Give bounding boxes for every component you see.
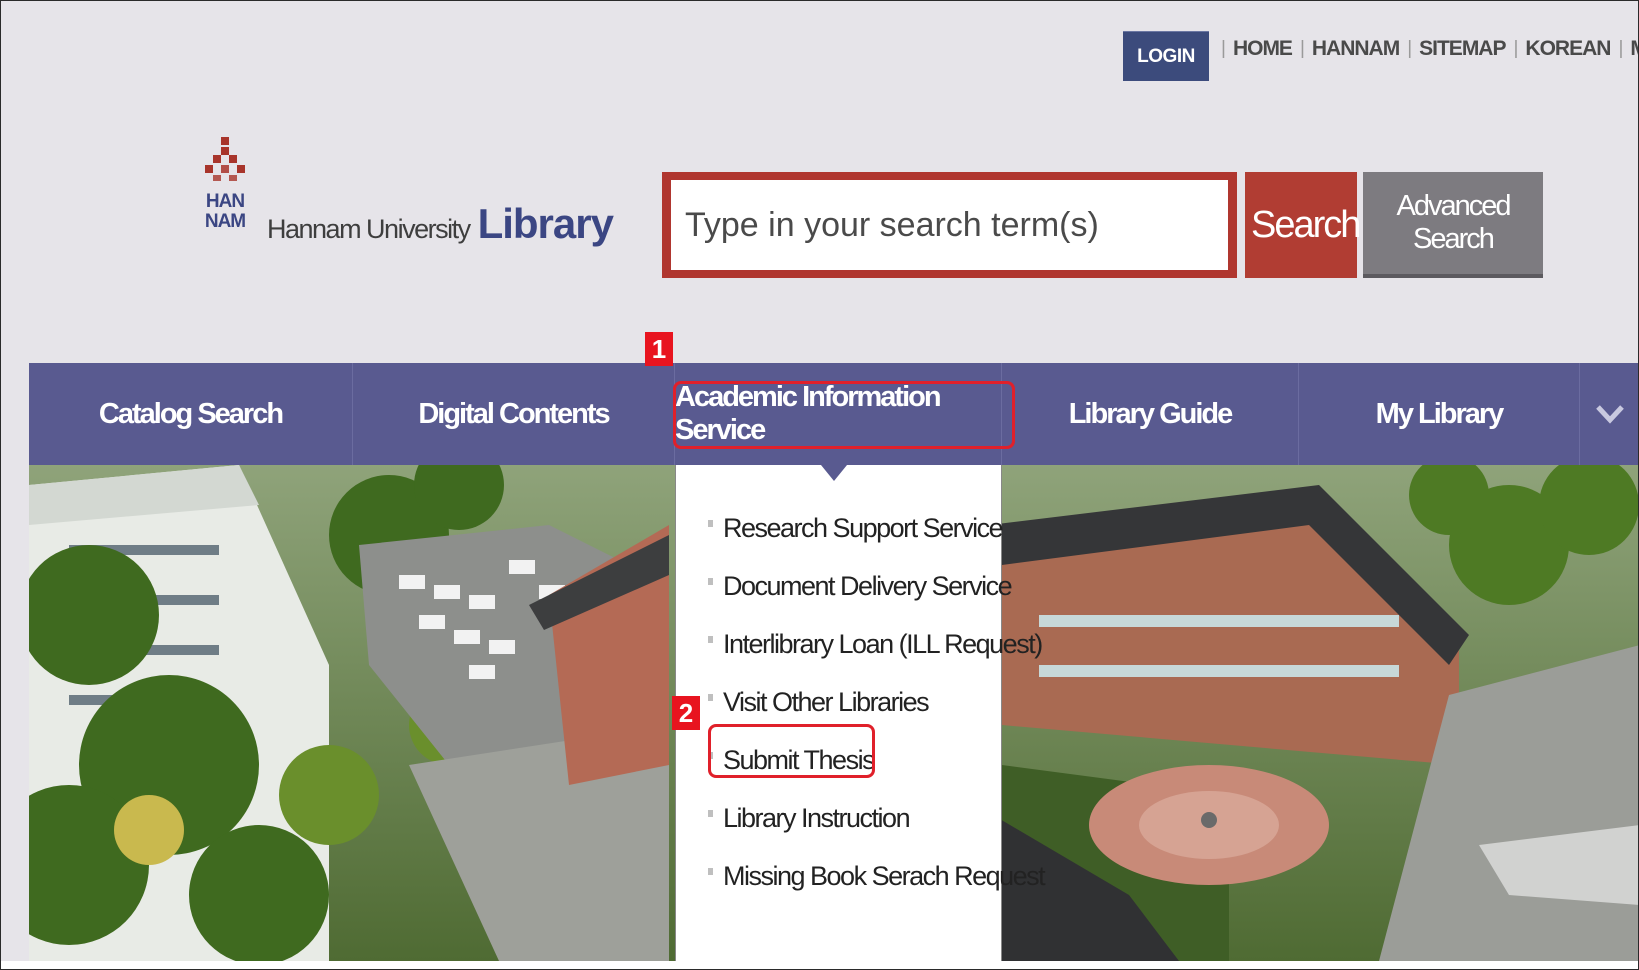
menu-item-library-instruction[interactable]: Library Instruction <box>708 789 1044 847</box>
academic-information-dropdown: Research Support Service Document Delive… <box>675 465 1046 961</box>
bullet-icon <box>708 519 713 527</box>
site-logo[interactable]: HAN NAM Hannam University Library <box>199 137 614 257</box>
korean-link[interactable]: KOREAN <box>1525 37 1611 61</box>
bullet-icon <box>708 809 713 817</box>
menu-item-research-support[interactable]: Research Support Service <box>708 499 1044 557</box>
dropdown-caret-icon <box>821 465 847 481</box>
bullet-icon <box>708 693 713 701</box>
advanced-search-button[interactable]: Advanced Search <box>1363 172 1543 278</box>
separator: | <box>1221 38 1226 59</box>
menu-item-document-delivery[interactable]: Document Delivery Service <box>708 557 1044 615</box>
logo-wordmark: Hannam University Library <box>267 200 614 248</box>
menu-item-label: Document Delivery Service <box>723 570 1013 601</box>
menu-item-label: Submit Thesis <box>723 744 876 775</box>
sitemap-link[interactable]: SITEMAP <box>1419 37 1506 61</box>
separator: | <box>1618 38 1623 59</box>
separator: | <box>1299 38 1305 59</box>
bullet-icon <box>708 635 713 643</box>
dropdown-menu: Research Support Service Document Delive… <box>708 499 1046 905</box>
separator: | <box>1407 38 1412 59</box>
login-button[interactable]: LOGIN <box>1123 31 1209 81</box>
search-box <box>662 172 1237 278</box>
nav-library-guide[interactable]: Library Guide <box>1002 363 1299 465</box>
menu-item-label: Library Instruction <box>723 802 911 833</box>
nav-catalog-search[interactable]: Catalog Search <box>29 363 353 465</box>
menu-item-interlibrary-loan[interactable]: Interlibrary Loan (ILL Request) <box>708 615 1044 673</box>
search-input[interactable] <box>671 180 1228 270</box>
page-bottom-edge <box>1 961 1638 969</box>
nav-academic-information-service[interactable]: Academic Information Service <box>675 363 1002 465</box>
svg-text:NAM: NAM <box>205 211 245 232</box>
menu-item-label: Research Support Service <box>723 512 1004 543</box>
bullet-icon <box>708 577 713 585</box>
step-badge-2: 2 <box>672 696 700 730</box>
menu-item-label: Visit Other Libraries <box>723 686 930 717</box>
hannam-link[interactable]: HANNAM <box>1312 37 1400 61</box>
bullet-icon <box>708 867 713 875</box>
hannam-logo-icon: HAN NAM <box>205 137 246 232</box>
nav-more-button[interactable] <box>1580 363 1638 465</box>
logo-library-text: Library <box>477 200 614 247</box>
menu-item-label: Interlibrary Loan (ILL Request) <box>723 628 1043 659</box>
utility-links: | HOME | HANNAM | SITEMAP | KOREAN | My … <box>1213 37 1638 61</box>
search-button[interactable]: Search <box>1245 172 1361 278</box>
step-badge-1: 1 <box>645 332 673 366</box>
chevron-down-icon <box>1596 405 1624 424</box>
home-link[interactable]: HOME <box>1233 37 1293 61</box>
my-portal-link[interactable]: My Porta <box>1630 37 1638 61</box>
main-navigation: Catalog Search Digital Contents Academic… <box>29 363 1638 465</box>
browser-viewport: LOGIN | HOME | HANNAM | SITEMAP | KOREAN… <box>0 0 1639 970</box>
logo-university-text: Hannam University <box>267 214 471 244</box>
menu-item-submit-thesis[interactable]: Submit Thesis <box>708 731 1044 789</box>
menu-item-label: Missing Book Serach Request <box>723 860 1046 891</box>
svg-text:HAN: HAN <box>206 191 244 212</box>
nav-my-library[interactable]: My Library <box>1299 363 1580 465</box>
menu-item-visit-other-libraries[interactable]: Visit Other Libraries <box>708 673 1044 731</box>
bullet-icon <box>708 751 713 759</box>
menu-item-missing-book-request[interactable]: Missing Book Serach Request <box>708 847 1046 905</box>
separator: | <box>1513 38 1518 59</box>
nav-digital-contents[interactable]: Digital Contents <box>353 363 675 465</box>
